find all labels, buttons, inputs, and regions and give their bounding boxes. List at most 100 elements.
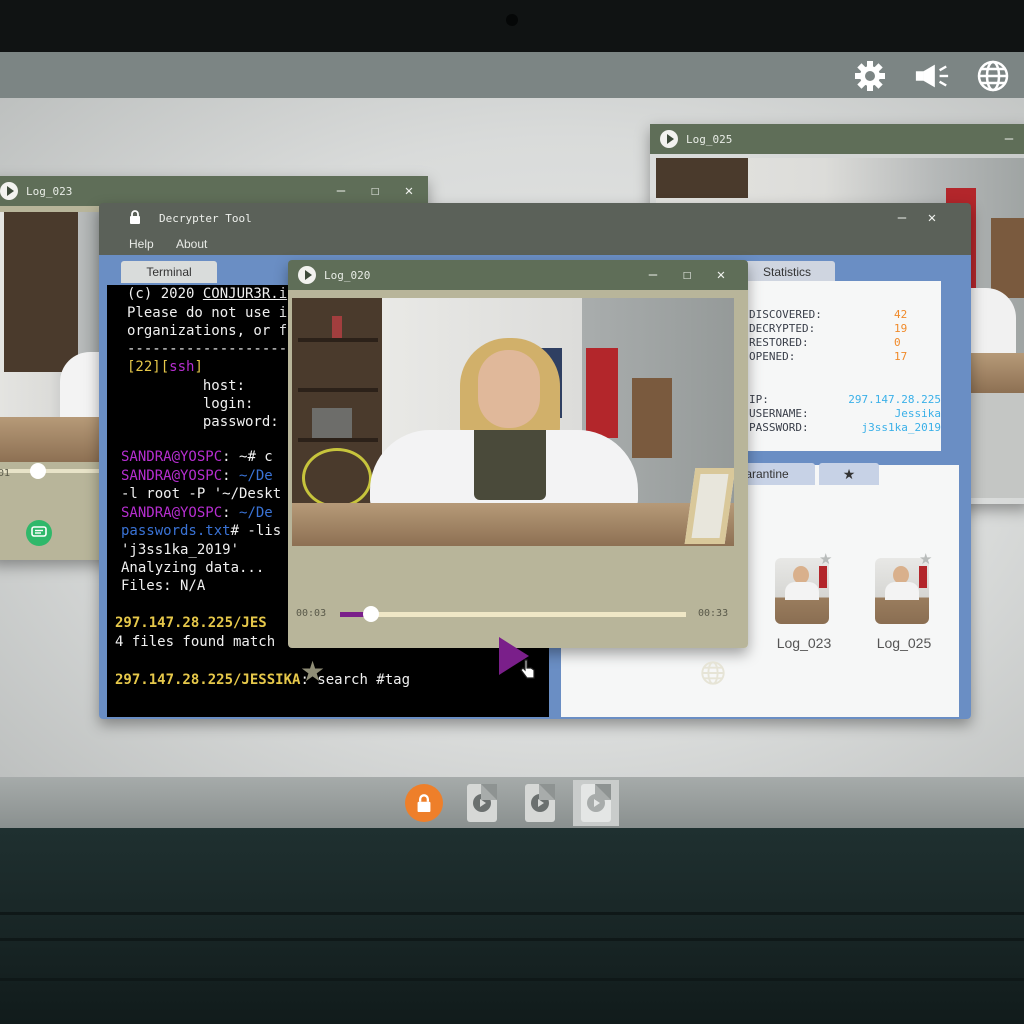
terminal-line: SANDRA@YOSPC: ~/De — [121, 505, 273, 521]
close-button[interactable]: ✕ — [919, 203, 945, 233]
taskbar-lock-app[interactable] — [404, 783, 444, 823]
video-frame[interactable] — [292, 298, 734, 546]
globe-icon[interactable] — [700, 660, 726, 691]
star-icon[interactable]: ★ — [819, 550, 832, 568]
terminal-line: passwords.txt# -lis — [121, 523, 282, 539]
time-total: 00:33 — [698, 608, 729, 619]
video-frame — [0, 212, 110, 462]
play-icon — [298, 266, 316, 284]
progress-thumb[interactable] — [363, 606, 380, 622]
star-icon[interactable]: ★ — [919, 550, 932, 568]
taskbar-video-file-active[interactable] — [573, 780, 619, 826]
menu-about[interactable]: About — [176, 237, 207, 251]
terminal-line: ------------------- — [127, 341, 288, 357]
titlebar[interactable]: Log_020 — ☐ ✕ — [288, 260, 748, 290]
person-shirt — [474, 430, 546, 500]
maximize-button[interactable]: ☐ — [674, 260, 700, 290]
discovered-value: 42 — [894, 308, 908, 321]
restored-label: RESTORED: — [749, 336, 809, 349]
bicycle — [302, 448, 372, 508]
progress-thumb[interactable] — [30, 463, 46, 479]
username-value: Jessika — [894, 407, 941, 420]
titlebar[interactable]: Log_023 — ☐ ✕ — [0, 176, 428, 206]
taskbar-video-file[interactable] — [462, 783, 502, 823]
desktop-screen: Log_025 — Log_023 — ☐ ✕ 01 Decrypter Too… — [0, 52, 1024, 828]
minimize-button[interactable]: — — [889, 203, 915, 233]
close-button[interactable]: ✕ — [708, 260, 734, 290]
bookshelf — [656, 158, 748, 198]
table — [292, 503, 734, 546]
desk-stripe — [0, 912, 1024, 915]
terminal-line: SANDRA@YOSPC: ~# c — [121, 449, 273, 465]
terminal-prompt[interactable]: 297.147.28.225/JESSIKA: search #tag — [115, 671, 410, 690]
menu-help[interactable]: Help — [129, 237, 154, 251]
window-title: Log_025 — [686, 132, 733, 146]
bag — [991, 218, 1024, 298]
desk-stripe — [0, 938, 1024, 941]
megaphone-icon[interactable] — [914, 58, 950, 94]
video-file-icon — [467, 784, 497, 822]
favorite-label: Log_023 — [776, 635, 832, 651]
opened-label: OPENED: — [749, 350, 796, 363]
minimize-button[interactable]: — — [640, 260, 666, 290]
desk-area — [0, 828, 1024, 1024]
menu-bar: Help About — [99, 233, 971, 255]
tab-statistics[interactable]: Statistics — [739, 261, 835, 283]
terminal-line: -l root -P '~/Deskt — [121, 486, 282, 502]
play-icon — [0, 182, 18, 200]
window-log020-player[interactable]: Log_020 — ☐ ✕ 00:03 00:33 ★ — [288, 260, 748, 686]
globe-icon[interactable] — [975, 58, 1011, 94]
window-title: Log_020 — [324, 268, 371, 282]
opened-value: 17 — [894, 350, 908, 363]
video-file-icon — [581, 784, 611, 822]
titlebar[interactable]: Decrypter Tool — ✕ — [99, 203, 971, 233]
taskbar-video-file[interactable] — [520, 783, 560, 823]
hand-cursor-icon — [520, 658, 536, 685]
terminal-line: SANDRA@YOSPC: ~/De — [121, 468, 273, 484]
tab-terminal[interactable]: Terminal — [121, 261, 217, 283]
bookshelf — [4, 212, 78, 372]
terminal-line: Files: N/A — [121, 578, 206, 594]
favorite-item-log023[interactable]: ★ — [775, 551, 835, 624]
progress-bar[interactable] — [340, 606, 686, 622]
minimize-button[interactable]: — — [328, 176, 354, 206]
window-title: Log_023 — [26, 184, 73, 198]
terminal-line: Please do not use i — [127, 305, 288, 321]
lock-icon — [129, 209, 141, 227]
bag — [632, 378, 672, 458]
tab-favorites[interactable]: ★ — [819, 463, 879, 485]
progress-track[interactable] — [0, 463, 100, 479]
time-current: 01 — [0, 468, 11, 479]
maximize-button[interactable]: ☐ — [362, 176, 388, 206]
gear-icon[interactable] — [852, 58, 888, 94]
play-icon — [660, 130, 678, 148]
ip-value: 297.147.28.225 — [848, 393, 941, 406]
terminal-line: password: — [127, 414, 279, 430]
terminal-line: organizations, or f — [127, 323, 288, 339]
lock-icon — [405, 784, 443, 822]
terminal-line: login: — [127, 396, 254, 412]
password-value: j3ss1ka_2019 — [861, 421, 941, 434]
restored-value: 0 — [894, 336, 901, 349]
discovered-label: DISCOVERED: — [749, 308, 822, 321]
terminal-line: host: — [127, 378, 246, 394]
close-button[interactable]: ✕ — [396, 176, 422, 206]
person-face — [478, 350, 540, 428]
ip-label: IP: — [749, 393, 769, 406]
terminal-line: Analyzing data... — [121, 560, 265, 576]
red-jacket — [586, 348, 618, 438]
table — [0, 417, 110, 462]
terminal-line: 297.147.28.225/JES — [115, 615, 267, 631]
chat-icon[interactable] — [26, 520, 52, 546]
decrypted-value: 19 — [894, 322, 908, 335]
taskbar — [0, 777, 1024, 828]
minimize-button[interactable]: — — [996, 124, 1022, 154]
terminal-line: 'j3ss1ka_2019' — [121, 542, 240, 558]
titlebar[interactable]: Log_025 — — [650, 124, 1024, 154]
star-icon[interactable]: ★ — [300, 658, 325, 686]
decrypted-label: DECRYPTED: — [749, 322, 816, 335]
video-file-icon — [525, 784, 555, 822]
star-icon: ★ — [842, 465, 856, 482]
favorite-item-log025[interactable]: ★ — [875, 551, 935, 624]
webcam — [506, 14, 518, 26]
